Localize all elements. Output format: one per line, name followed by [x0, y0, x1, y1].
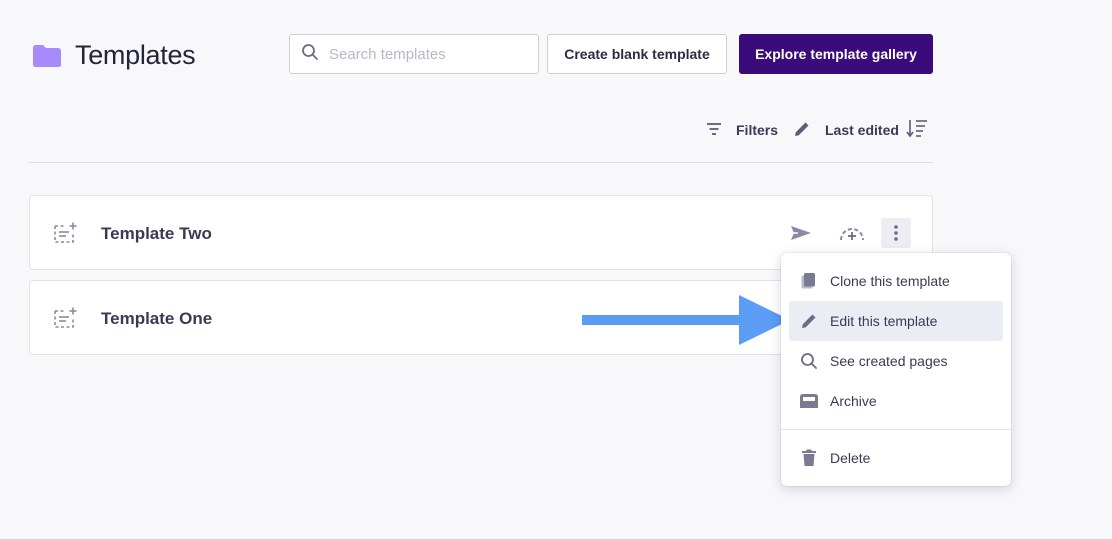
search-icon	[799, 351, 819, 371]
sort-by-button[interactable]: Last edited	[793, 120, 899, 141]
search-input[interactable]	[329, 45, 529, 63]
menu-item-label: Edit this template	[830, 313, 938, 329]
filters-toolbar: Filters	[706, 119, 778, 141]
sort-toolbar: Last edited	[793, 119, 899, 141]
sort-label: Last edited	[825, 122, 899, 138]
divider	[29, 162, 933, 163]
filters-label: Filters	[736, 122, 779, 138]
create-blank-template-button[interactable]: Create blank template	[547, 34, 727, 74]
pencil-icon	[793, 120, 818, 141]
copy-icon	[799, 271, 819, 291]
title-group: Templates	[32, 40, 196, 71]
explore-template-gallery-button[interactable]: Explore template gallery	[739, 34, 933, 74]
filters-button[interactable]: Filters	[706, 122, 778, 139]
menu-item-label: Archive	[830, 393, 877, 409]
filter-icon	[706, 122, 729, 139]
page-title: Templates	[75, 40, 196, 70]
template-icon	[53, 222, 77, 249]
template-name[interactable]: Template One	[101, 309, 212, 329]
pencil-icon	[799, 311, 819, 331]
more-vertical-icon[interactable]	[881, 218, 911, 248]
trash-icon	[799, 448, 819, 468]
sort-descending-icon[interactable]	[906, 118, 928, 143]
send-icon[interactable]	[786, 218, 816, 248]
clone-template-menu-item[interactable]: Clone this template	[789, 261, 1003, 301]
menu-item-label: Clone this template	[830, 273, 950, 289]
template-context-menu: Clone this template Edit this template S…	[781, 253, 1011, 486]
search-icon	[301, 43, 319, 66]
template-name[interactable]: Template Two	[101, 224, 212, 244]
folder-icon	[32, 44, 62, 68]
edit-template-menu-item[interactable]: Edit this template	[789, 301, 1003, 341]
archive-icon	[799, 391, 819, 411]
page-header: Templates Create blank template Explore …	[32, 34, 933, 74]
archive-menu-item[interactable]: Archive	[789, 381, 1003, 421]
menu-item-label: See created pages	[830, 353, 948, 369]
sort-direction-toolbar	[906, 119, 928, 141]
gauge-add-icon[interactable]	[837, 218, 867, 248]
annotation-arrow-icon	[582, 294, 792, 351]
menu-divider	[781, 429, 1011, 430]
see-created-pages-menu-item[interactable]: See created pages	[789, 341, 1003, 381]
search-box[interactable]	[289, 34, 539, 74]
menu-item-label: Delete	[830, 450, 871, 466]
template-icon	[53, 307, 77, 334]
delete-menu-item[interactable]: Delete	[789, 438, 1003, 478]
